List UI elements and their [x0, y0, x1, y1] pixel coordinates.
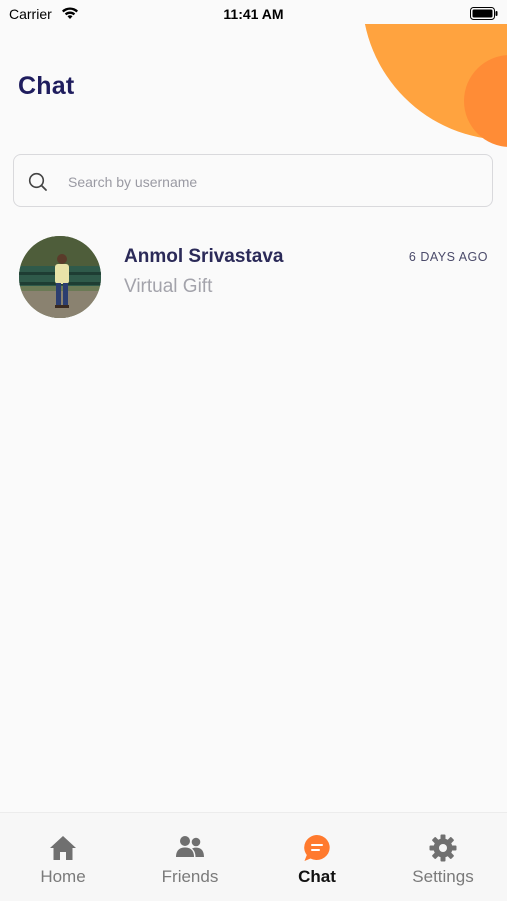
tab-chat[interactable]: Chat	[262, 833, 372, 887]
search-input[interactable]	[66, 169, 470, 195]
tab-home-label: Home	[40, 867, 86, 886]
chat-last-message: Virtual Gift	[124, 276, 213, 297]
tab-friends[interactable]: Friends	[135, 833, 245, 887]
search-icon	[28, 172, 47, 191]
gear-icon	[429, 834, 457, 862]
battery-icon	[470, 7, 498, 20]
chat-icon	[304, 835, 330, 861]
bottom-tab-bar: Home Friends Chat Settings	[0, 812, 507, 901]
tab-home[interactable]: Home	[8, 833, 118, 887]
tab-chat-label: Chat	[298, 867, 336, 886]
chat-list-item[interactable]: Anmol Srivastava Virtual Gift 6 DAYS AGO	[0, 228, 507, 328]
status-time: 11:41 AM	[223, 6, 284, 22]
tab-settings-label: Settings	[412, 867, 474, 886]
tab-friends-label: Friends	[161, 867, 219, 886]
avatar-photo	[19, 236, 101, 318]
chat-timestamp: 6 DAYS AGO	[408, 250, 488, 264]
chat-username: Anmol Srivastava	[124, 246, 284, 267]
avatar[interactable]	[19, 236, 101, 318]
home-icon	[50, 836, 76, 860]
tab-settings[interactable]: Settings	[388, 833, 498, 887]
header-decoration	[0, 24, 507, 164]
search-bar[interactable]	[13, 154, 493, 207]
friends-icon	[176, 836, 204, 857]
page-title: Chat	[18, 72, 75, 100]
